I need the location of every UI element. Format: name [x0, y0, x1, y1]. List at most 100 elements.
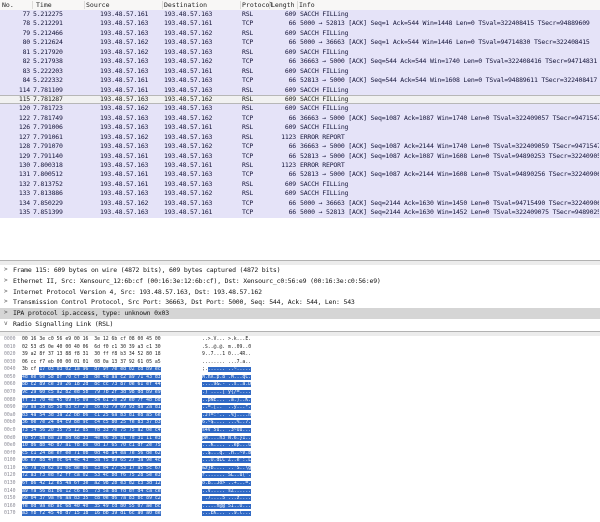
column-header-length[interactable]: Length — [271, 0, 294, 10]
hex-ascii-selected[interactable]: ...... ..~..... — [208, 367, 251, 372]
packet-row[interactable]: 1347.850229193.48.57.162193.48.57.163TCP… — [0, 199, 600, 208]
column-separator[interactable] — [269, 1, 270, 9]
hex-ascii[interactable]: ...O.dLC Z..e':.L — [202, 457, 251, 465]
hex-ascii-selected[interactable]: `.7....5 ...z.... — [202, 496, 251, 501]
hex-bytes[interactable]: 26 7a 7d 62 91 0c de 86 c3 d4 27 53 17 a… — [22, 465, 161, 473]
hex-row[interactable]: 010006 e7 88 4f 0c 64 4c 43 5a f5 89 65 … — [0, 457, 600, 465]
hex-ascii-selected[interactable]: ..$...q. .H..~V.b — [202, 451, 251, 456]
column-header-source[interactable]: Source — [86, 0, 109, 10]
hex-ascii[interactable]: r....... SL..u(^. — [202, 472, 251, 480]
packet-row[interactable]: 1267.791006193.48.57.163193.48.57.161RSL… — [0, 123, 600, 132]
hex-ascii[interactable]: ...EK... ..9.l... — [202, 510, 251, 518]
packet-row[interactable]: 785.212291193.48.57.163193.48.57.161TCP6… — [0, 19, 600, 28]
column-header-no[interactable]: No. — [2, 0, 14, 10]
hex-row[interactable]: 01306f 86 42 12 e5 4a 6f 3e a2 98 2b e3 … — [0, 480, 600, 488]
hex-row[interactable]: 011026 7a 7d 62 91 0c de 86 c3 d4 27 53 … — [0, 465, 600, 473]
hex-row[interactable]: 001002 53 d5 0e 40 00 40 06 6d f0 c1 30 … — [0, 344, 600, 352]
hex-bytes[interactable]: 6f 86 42 12 e5 4a 6f 3e a2 98 2b e3 d2 c… — [22, 480, 161, 488]
hex-bytes[interactable]: 60 04 37 9a f6 aa d3 35 c8 0e d6 7a 83 b… — [22, 495, 161, 503]
hex-bytes-selected[interactable]: 4d ee 6e 58 8f 70 cf 38 de 4d aa c2 a9 7… — [22, 375, 161, 380]
hex-ascii-selected[interactable]: .)`....[ y{/=.... — [202, 390, 251, 395]
hex-bytes-selected[interactable]: 36 0e 7e 24 d4 c9 8d 9c c4 c5 80 25 fe 8… — [22, 420, 161, 425]
hex-bytes[interactable]: 02 53 d5 0e 40 00 40 06 6d f0 c1 30 39 a… — [22, 344, 161, 352]
hex-ascii-selected[interactable]: ..=.[.. ..y...*. — [202, 405, 251, 410]
column-separator[interactable] — [297, 1, 298, 9]
tree-item-ipv4[interactable]: >Internet Protocol Version 4, Src: 193.4… — [0, 287, 600, 298]
column-header-time[interactable]: Time — [36, 0, 52, 10]
hex-ascii-selected[interactable]: 6.~$.... ...%..7. — [202, 420, 251, 425]
hex-bytes-selected[interactable]: d3 4a 54 3d 3a 22 bb b6 c1 25 6a b3 d1 e… — [22, 413, 161, 418]
hex-bytes-selected[interactable]: 8b c2 89 ce 39 26 18 2d 8c cc 73 87 0e 6… — [22, 382, 161, 387]
hex-ascii-selected[interactable]: r....... SL..u(^. — [202, 473, 251, 478]
hex-ascii[interactable]: 6.~$.... ...%..7. — [202, 419, 251, 427]
hex-bytes-selected[interactable]: 72 a3 f3 ed f2 ff ca 02 53 4c bd f6 75 2… — [22, 473, 161, 478]
hex-row[interactable]: 00c073 34 56 20 35 75 12 d5 f8 33 7e 75 … — [0, 427, 600, 435]
chevron-right-icon[interactable]: > — [4, 265, 7, 276]
hex-row[interactable]: 0140a9 fa 56 81 b6 12 c6 b5 73 5a 88 fd … — [0, 488, 600, 496]
hex-bytes-selected[interactable]: c5 c1 24 8e ef ee 71 0b 0d 48 a4 ea 7e 5… — [22, 451, 161, 456]
hex-bytes[interactable]: c5 c1 24 8e ef ee 71 0b 0d 48 a4 ea 7e 5… — [22, 450, 161, 458]
hex-bytes-selected[interactable]: a3 fb f2 45 4b d7 15 18 16 bb 39 d1 6c a… — [22, 511, 161, 516]
packet-row[interactable]: 1147.781109193.48.57.161193.48.57.163RSL… — [0, 86, 600, 95]
tree-item-tcp[interactable]: >Transmission Control Protocol, Src Port… — [0, 297, 600, 308]
hex-ascii[interactable]: ..V..... sZ...... — [202, 488, 251, 496]
hex-row[interactable]: 0160fe 0d 9a eb ac 68 40 40 35 49 cd b0 … — [0, 503, 600, 511]
packet-row[interactable]: 1207.781723193.48.57.162193.48.57.163RSL… — [0, 104, 600, 113]
hex-ascii[interactable]: .JT=:".. .%j....n — [202, 412, 251, 420]
hex-bytes[interactable]: e9 aa 3d d5 5b 03 c7 20 c6 03 79 09 93 d… — [22, 404, 161, 412]
hex-ascii[interactable]: pW....h3 N.6.}1.. — [202, 435, 251, 443]
hex-row[interactable]: 00504d ee 6e 58 8f 70 cf 38 de 4d aa c2 … — [0, 374, 600, 382]
packet-row[interactable]: 825.217938193.48.57.163193.48.57.162TCP6… — [0, 57, 600, 66]
hex-bytes[interactable]: 10 d6 8b 4b d7 a1 f8 b6 0d 17 65 70 c1 d… — [22, 442, 161, 450]
hex-row[interactable]: 00f0c5 c1 24 8e ef ee 71 0b 0d 48 a4 ea … — [0, 450, 600, 458]
packet-row[interactable]: 1287.791070193.48.57.163193.48.57.162TCP… — [0, 142, 600, 151]
hex-ascii-selected[interactable]: .....h@@ 5I..U... — [202, 504, 251, 509]
hex-ascii-selected[interactable]: &z}b.... ..'S..\g — [202, 466, 251, 471]
hex-bytes-selected[interactable]: 73 34 56 20 35 75 12 d5 f8 33 7e 75 75 a… — [22, 428, 161, 433]
packet-row[interactable]: 795.212466193.48.57.163193.48.57.162RSL6… — [0, 29, 600, 38]
packet-row[interactable]: 775.212275193.48.57.161193.48.57.163RSL6… — [0, 10, 600, 19]
packet-row[interactable]: 1327.813752193.48.57.161193.48.57.163RSL… — [0, 180, 600, 189]
tree-item-ipa[interactable]: >IPA protocol ip.access, type: unknown 0… — [0, 308, 600, 319]
tree-item-frame[interactable]: >Frame 115: 609 bytes on wire (4872 bits… — [0, 265, 600, 276]
hex-row[interactable]: 00a0d3 4a 54 3d 3a 22 bb b6 c1 25 6a b3 … — [0, 412, 600, 420]
hex-ascii[interactable]: s4V 5u.. .3~uu... — [202, 427, 251, 435]
hex-bytes-selected[interactable]: e9 aa 3d d5 5b 03 c7 20 c6 03 79 09 93 d… — [22, 405, 161, 410]
hex-bytes[interactable]: d3 4a 54 3d 3a 22 bb b6 c1 25 6a b3 d1 e… — [22, 412, 161, 420]
hex-bytes[interactable]: 8b c2 89 ce 39 26 18 2d 8c cc 73 87 0e 6… — [22, 381, 161, 389]
packet-row[interactable]: 845.222332193.48.57.161193.48.57.163TCP6… — [0, 76, 600, 85]
hex-row[interactable]: 0080ff 13 70 4e 45 09 f5 09 c4 61 2e 29 … — [0, 397, 600, 405]
hex-ascii[interactable]: ........ ...7.a.. — [202, 359, 251, 367]
packet-row[interactable]: 815.217920193.48.57.162193.48.57.163RSL6… — [0, 48, 600, 57]
packet-row[interactable]: 1337.813886193.48.57.163193.48.57.162RSL… — [0, 189, 600, 198]
hex-row[interactable]: 000000 16 3e c0 56 e9 00 16 3e 12 6b cf … — [0, 336, 600, 344]
hex-row[interactable]: 012072 a3 f3 ed f2 ff ca 02 53 4c bd f6 … — [0, 472, 600, 480]
hex-ascii[interactable]: o.B..Jo> ..+...=. — [202, 480, 251, 488]
chevron-right-icon[interactable]: > — [4, 297, 7, 308]
hex-ascii[interactable]: ..=.[.. ..y...*. — [202, 404, 251, 412]
tree-item-ethernet[interactable]: >Ethernet II, Src: Xensourc_12:6b:cf (00… — [0, 276, 600, 287]
packet-row[interactable]: 1277.791061193.48.57.162193.48.57.163RSL… — [0, 133, 600, 142]
hex-bytes-selected[interactable]: 60 04 37 9a f6 aa d3 35 c8 0e d6 7a 83 b… — [22, 496, 161, 501]
hex-bytes[interactable]: fe 0d 9a eb ac 68 40 40 35 49 cd b0 55 0… — [22, 503, 161, 511]
hex-ascii-selected[interactable]: ..pNE... .a.)..K. — [202, 398, 251, 403]
hex-ascii[interactable]: ....9&.- ..s..a.D — [202, 381, 251, 389]
hex-ascii-selected[interactable]: .JT=:".. .%j....n — [202, 413, 251, 418]
hex-ascii[interactable]: 9..7...1 0...4R.. — [202, 351, 251, 359]
column-header-info[interactable]: Info — [299, 0, 315, 10]
hex-ascii-selected[interactable]: pW....h3 N.6.}1.. — [202, 436, 251, 441]
hex-row[interactable]: 003006 cc f7 eb 00 00 01 01 08 0a 13 37 … — [0, 359, 600, 367]
hex-ascii-selected[interactable]: ...O.dLC Z..e':.L — [202, 458, 251, 463]
hex-row[interactable]: 00403b cf 17 03 03 02 1a 96 d7 9f 7e ed … — [0, 366, 600, 374]
hex-ascii-selected[interactable]: ...EK... ..9.l... — [202, 511, 251, 516]
hex-row[interactable]: 00b036 0e 7e 24 d4 c9 8d 9c c4 c5 80 25 … — [0, 419, 600, 427]
hex-ascii-selected[interactable]: ...K.... ..ep...u — [202, 443, 251, 448]
hex-bytes[interactable]: 3b cf 17 03 03 02 1a 96 d7 9f 7e ed 02 c… — [22, 366, 161, 374]
hex-row[interactable]: 002039 a2 8f 37 13 88 f8 31 30 ff f8 b3 … — [0, 351, 600, 359]
hex-bytes-selected[interactable]: a9 fa 56 81 b6 12 c6 b5 73 5a 88 fd df d… — [22, 489, 161, 494]
packet-row[interactable]: 1227.781749193.48.57.163193.48.57.162TCP… — [0, 114, 600, 123]
chevron-right-icon[interactable]: > — [4, 308, 7, 319]
hex-bytes[interactable]: a3 fb f2 45 4b d7 15 18 16 bb 39 d1 6c a… — [22, 510, 161, 518]
hex-ascii[interactable]: .)`....[ y{/=.... — [202, 389, 251, 397]
hex-bytes[interactable]: 4d ee 6e 58 8f 70 cf 38 de 4d aa c2 a9 7… — [22, 374, 161, 382]
